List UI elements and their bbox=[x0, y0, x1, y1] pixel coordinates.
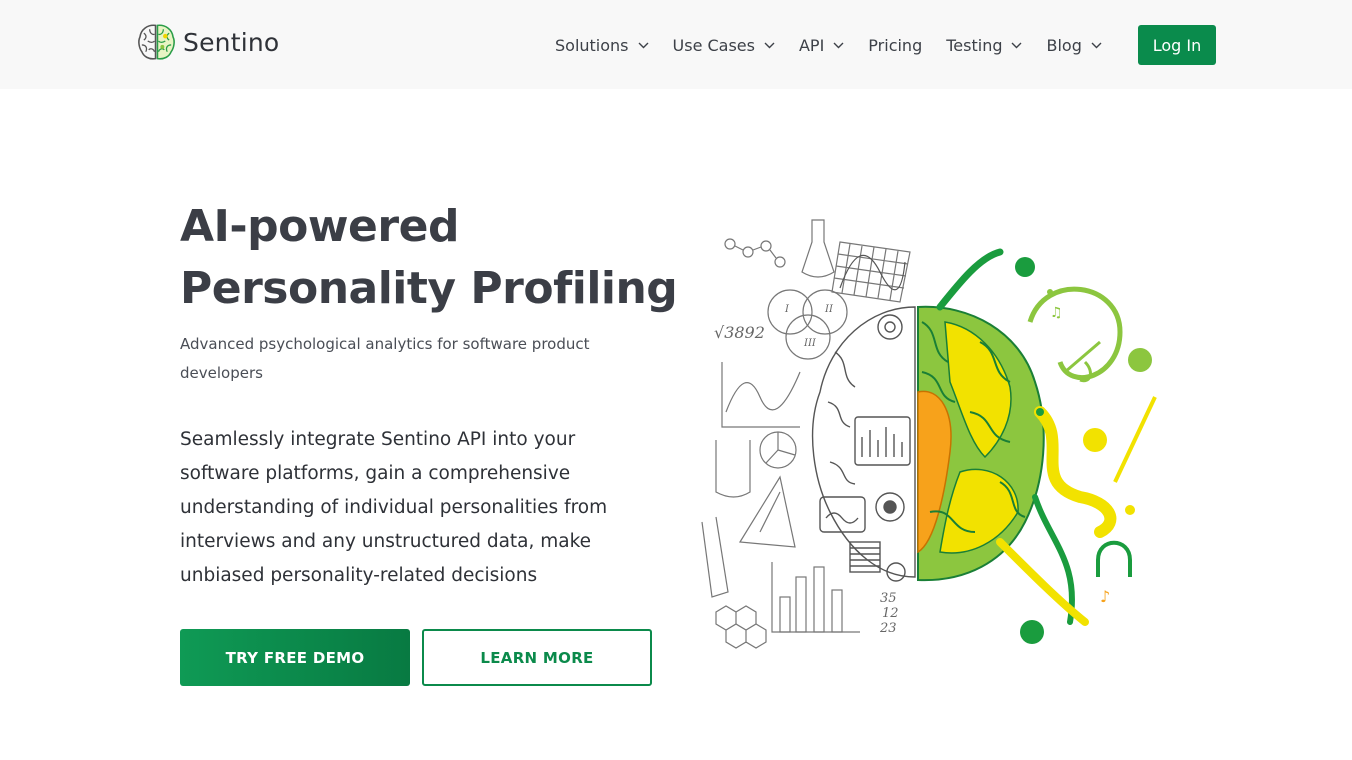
hero-title-line-2: Personality Profiling bbox=[180, 263, 678, 314]
nav-item-label: Use Cases bbox=[672, 35, 755, 55]
learn-more-button[interactable]: LEARN MORE bbox=[422, 629, 652, 686]
svg-text:♫: ♫ bbox=[1050, 305, 1063, 321]
chevron-down-icon bbox=[1011, 42, 1022, 48]
chevron-down-icon bbox=[638, 42, 649, 48]
svg-text:♪: ♪ bbox=[1100, 587, 1110, 606]
try-free-demo-button[interactable]: TRY FREE DEMO bbox=[180, 629, 410, 686]
sqrt-label: √3892 bbox=[714, 323, 765, 342]
venn-label: III bbox=[803, 338, 817, 349]
chevron-down-icon bbox=[833, 42, 844, 48]
left-right-brain-illustration: √3892 35 12 23 I II III ♪ ♫ bbox=[701, 219, 1157, 649]
number-label: 12 bbox=[882, 606, 899, 621]
chevron-down-icon bbox=[764, 42, 775, 48]
hero-title-line-1: AI-powered bbox=[180, 201, 459, 252]
hero-subtitle: Advanced psychological analytics for sof… bbox=[180, 335, 590, 382]
brand-name: Sentino bbox=[183, 27, 280, 57]
left-hemisphere bbox=[811, 306, 916, 582]
number-label: 35 bbox=[880, 591, 897, 606]
nav-item-label: API bbox=[798, 35, 825, 55]
nav-item-label: Blog bbox=[1046, 35, 1082, 55]
number-label: 23 bbox=[879, 621, 897, 636]
brand-logo[interactable]: Sentino bbox=[136, 21, 279, 63]
nav-item-testing[interactable]: Testing bbox=[946, 36, 1022, 55]
nav-item-pricing[interactable]: Pricing bbox=[868, 36, 922, 55]
venn-label: II bbox=[824, 304, 834, 315]
login-button[interactable]: Log In bbox=[1138, 25, 1216, 65]
main-nav: Solutions Use Cases API Pricing Testing … bbox=[555, 25, 1126, 65]
hero-description: Seamlessly integrate Sentino API into yo… bbox=[180, 429, 608, 586]
brain-logo-icon bbox=[138, 24, 175, 60]
venn-label: I bbox=[784, 304, 790, 315]
nav-item-label: Solutions bbox=[555, 35, 629, 55]
nav-item-solutions[interactable]: Solutions bbox=[555, 36, 649, 55]
nav-item-label: Testing bbox=[946, 35, 1003, 55]
nav-item-blog[interactable]: Blog bbox=[1046, 35, 1102, 55]
chevron-down-icon bbox=[1091, 42, 1102, 48]
nav-item-label: Pricing bbox=[868, 35, 923, 55]
nav-item-use-cases[interactable]: Use Cases bbox=[673, 36, 775, 55]
nav-item-api[interactable]: API bbox=[799, 36, 844, 55]
hero-title: AI-powered Personality Profiling bbox=[180, 196, 700, 320]
top-navigation-bar: Sentino Solutions Use Cases API Pricing … bbox=[0, 0, 1352, 89]
right-hemisphere bbox=[917, 305, 1045, 582]
